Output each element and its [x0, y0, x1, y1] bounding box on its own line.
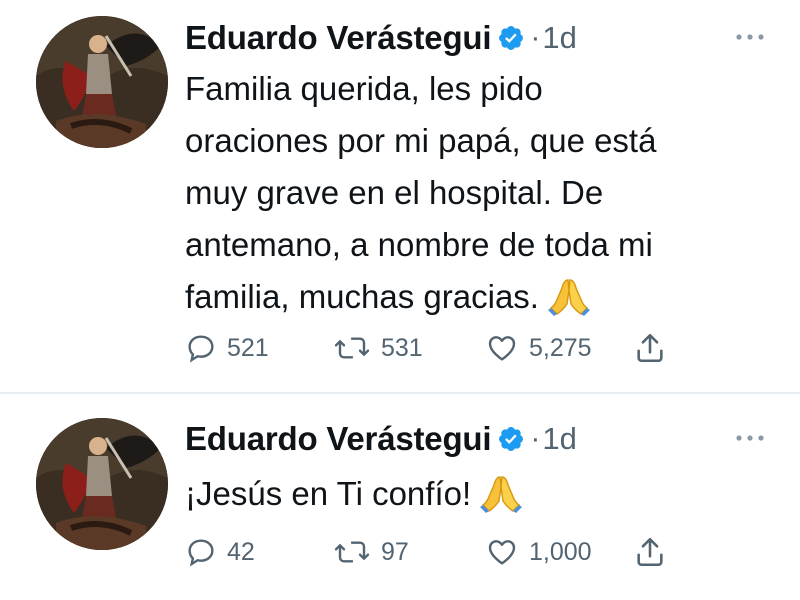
avatar-image — [36, 418, 168, 550]
tweet-text: ¡Jesús en Ti confío! — [185, 468, 765, 520]
verified-badge-icon — [497, 24, 525, 52]
retweet-count: 531 — [381, 333, 423, 362]
avatar[interactable] — [36, 16, 168, 148]
tweet-header: Eduardo Verástegui · 1d — [185, 16, 577, 60]
timestamp[interactable]: 1d — [542, 20, 576, 56]
more-options-icon[interactable] — [735, 31, 765, 43]
reply-button[interactable]: 521 — [185, 328, 269, 368]
share-icon — [637, 333, 663, 363]
retweet-count: 97 — [381, 537, 409, 566]
like-count: 5,275 — [529, 333, 592, 362]
tweet[interactable]: Eduardo Verástegui · 1d Familia querida,… — [0, 0, 800, 393]
separator-dot: · — [530, 422, 541, 455]
tweet-actions: 42 97 1,000 — [185, 532, 685, 572]
reply-icon — [188, 335, 214, 363]
share-button[interactable] — [633, 532, 667, 572]
share-icon — [637, 537, 663, 567]
retweet-button[interactable]: 531 — [333, 328, 423, 368]
more-options-icon[interactable] — [735, 432, 765, 444]
timestamp[interactable]: 1d — [542, 421, 576, 457]
tweet-header: Eduardo Verástegui · 1d — [185, 417, 577, 461]
verified-badge-icon — [497, 425, 525, 453]
share-button[interactable] — [633, 328, 667, 368]
tweet-actions: 521 531 5,275 — [185, 328, 685, 368]
avatar[interactable] — [36, 418, 168, 550]
tweet[interactable]: Eduardo Verástegui · 1d ¡Jesús en Ti con… — [0, 395, 800, 600]
reply-count: 42 — [227, 537, 255, 566]
author-name[interactable]: Eduardo Verástegui — [185, 420, 492, 458]
tweet-divider — [0, 392, 800, 394]
folded-hands-emoji — [547, 276, 591, 316]
reply-button[interactable]: 42 — [185, 532, 255, 572]
heart-icon — [488, 336, 516, 361]
author-name[interactable]: Eduardo Verástegui — [185, 19, 492, 57]
tweet-text-body: ¡Jesús en Ti confío! — [185, 475, 472, 512]
folded-hands-emoji — [479, 473, 523, 513]
retweet-icon — [334, 337, 370, 359]
tweet-text: Familia querida, les pido oraciones por … — [185, 63, 765, 323]
reply-count: 521 — [227, 333, 269, 362]
like-button[interactable]: 5,275 — [485, 328, 592, 368]
like-count: 1,000 — [529, 537, 592, 566]
retweet-button[interactable]: 97 — [333, 532, 409, 572]
reply-icon — [188, 539, 214, 567]
heart-icon — [488, 540, 516, 565]
like-button[interactable]: 1,000 — [485, 532, 592, 572]
separator-dot: · — [530, 21, 541, 54]
avatar-image — [36, 16, 168, 148]
retweet-icon — [334, 541, 370, 563]
